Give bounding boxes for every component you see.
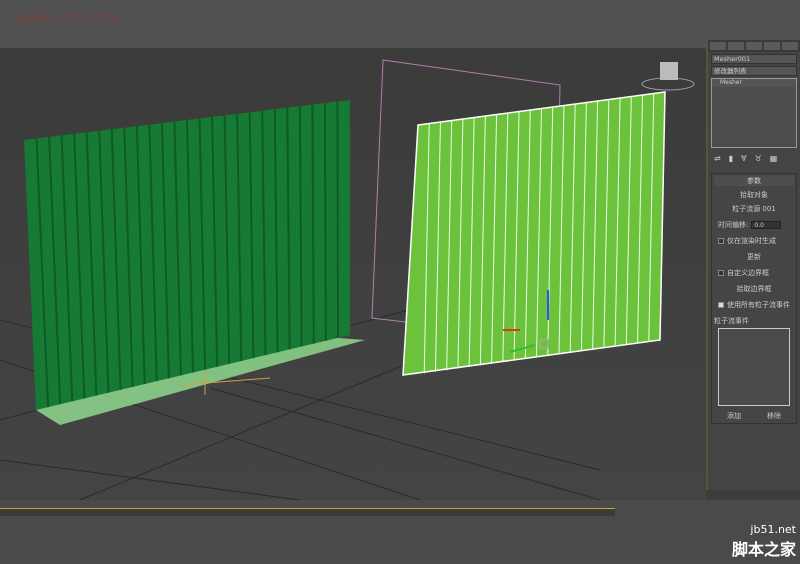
unique-icon[interactable]: ∀ — [741, 154, 746, 163]
panel-tabs[interactable] — [708, 40, 800, 52]
logo-name: 脚本之家 — [731, 540, 796, 559]
use-all-events-label: 使用所有粒子流事件 — [727, 301, 790, 309]
object-name-input[interactable]: Mesher001 — [711, 54, 797, 64]
stack-item[interactable]: Mesher — [712, 79, 796, 87]
top-toolbar: WWW.3DXY.COM — [0, 0, 800, 48]
add-button[interactable]: 添加 — [727, 411, 741, 421]
update-button[interactable]: 更新 — [714, 252, 794, 262]
show-end-icon[interactable]: ▮ — [729, 154, 733, 163]
parameters-rollout: 参数 拾取对象 粒子流源 001 时间偏移: 0.0 仅在渲染时生成 更新 自定义… — [711, 173, 797, 424]
site-logo: jb51.net 脚本之家 — [716, 523, 796, 560]
wall-slat — [323, 103, 327, 341]
remove-button[interactable]: 移除 — [767, 411, 781, 421]
source-name: 粒子流源 001 — [732, 205, 776, 213]
stack-toolbar: ⇌ ▮ ∀ ♉ ▦ — [708, 150, 800, 167]
use-all-events-checkbox[interactable] — [718, 302, 724, 308]
scene — [0, 59, 695, 501]
events-label: 粒子流事件 — [714, 317, 749, 325]
time-offset-label: 时间偏移: — [718, 221, 749, 229]
command-panel: Mesher001 修改器列表 Mesher ⇌ ▮ ∀ ♉ ▦ 参数 拾取对象 粒子流… — [706, 40, 800, 490]
configure-icon[interactable]: ▦ — [770, 154, 778, 163]
rollout-title[interactable]: 参数 — [714, 176, 794, 186]
logo-site: jb51.net — [750, 523, 796, 536]
render-only-checkbox[interactable] — [718, 238, 724, 244]
render-only-label: 仅在渲染时生成 — [727, 237, 776, 245]
custom-bbox-checkbox[interactable] — [718, 270, 724, 276]
modifier-stack[interactable]: Mesher — [711, 78, 797, 148]
events-list[interactable] — [718, 328, 790, 406]
time-slider[interactable] — [0, 508, 615, 516]
light-green-wall — [402, 91, 666, 376]
remove-modifier-icon[interactable]: ♉ — [755, 154, 762, 163]
wall-slat — [311, 104, 315, 344]
modifier-list-dropdown[interactable]: 修改器列表 — [711, 66, 797, 76]
pick-bbox-button[interactable]: 拾取边界框 — [714, 284, 794, 294]
pick-object-button[interactable]: 拾取对象 — [714, 190, 794, 200]
viewcube-icon[interactable] — [641, 62, 695, 91]
pin-icon[interactable]: ⇌ — [714, 154, 721, 163]
watermark: WWW.3DXY.COM — [16, 12, 120, 25]
perspective-viewport[interactable] — [0, 48, 706, 501]
time-offset-spinner[interactable]: 0.0 — [751, 221, 782, 229]
custom-bbox-label: 自定义边界框 — [727, 269, 769, 277]
